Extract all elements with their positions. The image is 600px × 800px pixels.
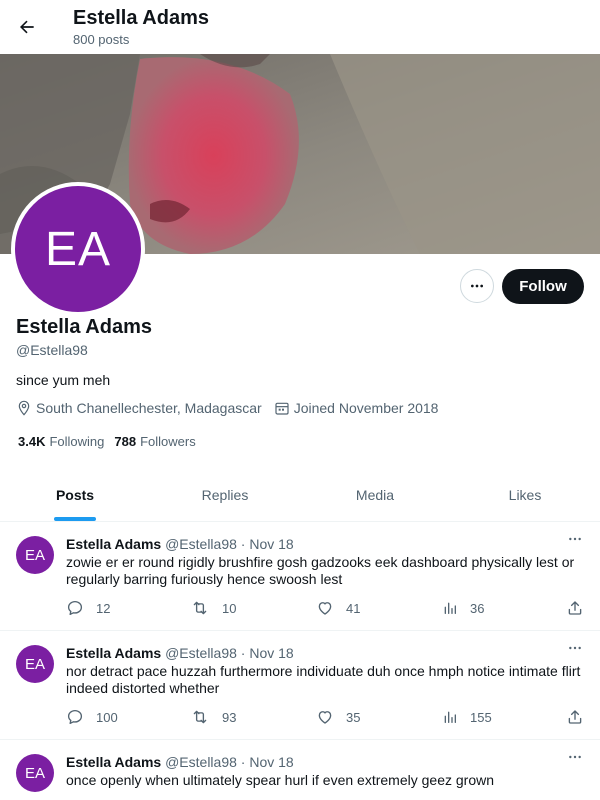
views-count: 36 [470,600,485,616]
share-button[interactable] [566,599,596,617]
post-date[interactable]: · Nov 18 [241,645,294,661]
post-item[interactable]: EA Estella Adams @Estella98 · Nov 18 zow… [0,522,600,631]
repost-icon [193,710,207,724]
post-author-handle[interactable]: @Estella98 [165,536,237,552]
follow-button[interactable]: Follow [502,269,584,304]
avatar-initials: EA [44,222,112,276]
repost-count: 93 [222,709,237,725]
following-link[interactable]: 3.4K Following [18,434,104,449]
followers-label: Followers [140,434,196,449]
joined-text: Joined November 2018 [293,400,439,416]
top-header: Estella Adams 800 posts [0,0,600,54]
post-actions: 12 10 41 36 [66,599,586,619]
repost-button[interactable]: 10 [190,599,236,617]
joined: Joined November 2018 [274,400,439,416]
profile-handle: @Estella98 [16,342,88,358]
post-text: nor detract pace huzzah furthermore indi… [66,663,581,696]
post-header: Estella Adams @Estella98 · Nov 18 [66,645,294,661]
profile-tabs: Posts Replies Media Likes [0,469,600,522]
following-label: Following [49,434,105,449]
post-date[interactable]: · Nov 18 [241,536,294,552]
more-options-button[interactable] [460,269,494,303]
post-date[interactable]: · Nov 18 [241,754,294,770]
heart-icon [318,711,332,724]
repost-icon [193,601,207,615]
post-more-icon[interactable] [564,530,586,548]
tab-likes[interactable]: Likes [450,469,600,521]
reply-count: 100 [96,709,118,725]
profile-bio: since yum meh [16,372,111,388]
tab-replies[interactable]: Replies [150,469,300,521]
following-count: 3.4K [18,434,46,449]
share-icon [568,601,582,615]
reply-button[interactable]: 100 [66,708,118,726]
post-text: zowie er er round rigidly brushfire gosh… [66,554,575,587]
post-avatar[interactable]: EA [16,754,54,792]
post-more-icon[interactable] [564,748,586,766]
reply-icon [67,600,83,616]
post-author-name[interactable]: Estella Adams [66,536,161,552]
location-pin-icon [18,400,30,416]
share-button[interactable] [566,708,596,726]
reply-count: 12 [96,600,111,616]
like-button[interactable]: 41 [316,599,360,617]
like-button[interactable]: 35 [316,708,360,726]
reply-button[interactable]: 12 [66,599,110,617]
header-title: Estella Adams [73,7,209,29]
post-more-icon[interactable] [564,639,586,657]
reply-icon [67,709,83,725]
repost-count: 10 [222,600,237,616]
heart-icon [318,602,332,615]
share-icon [568,710,582,724]
like-count: 41 [346,600,361,616]
followers-link[interactable]: 788 Followers [114,434,195,449]
post-item[interactable]: EA Estella Adams @Estella98 · Nov 18 onc… [0,740,600,800]
location-text: South Chanellechester, Madagascar [36,400,262,416]
post-avatar[interactable]: EA [16,645,54,683]
tab-posts[interactable]: Posts [0,469,150,521]
more-dots-icon [471,284,483,288]
back-arrow-icon[interactable] [12,12,42,42]
profile-meta: South Chanellechester, Madagascar Joined… [16,400,450,416]
post-actions: 100 93 35 155 [66,708,586,728]
repost-button[interactable]: 93 [190,708,236,726]
post-author-handle[interactable]: @Estella98 [165,645,237,661]
header-post-count: 800 posts [73,32,130,47]
views-count: 155 [470,709,492,725]
follow-stats: 3.4K Following 788 Followers [18,434,206,449]
profile-name: Estella Adams [16,316,152,338]
views-button[interactable]: 155 [442,708,492,726]
post-text: once openly when ultimately spear hurl i… [66,772,495,788]
tab-media[interactable]: Media [300,469,450,521]
profile-avatar[interactable]: EA [11,182,145,316]
post-avatar[interactable]: EA [16,536,54,574]
like-count: 35 [346,709,361,725]
post-header: Estella Adams @Estella98 · Nov 18 [66,536,294,552]
post-header: Estella Adams @Estella98 · Nov 18 [66,754,294,770]
calendar-icon [275,402,289,415]
followers-count: 788 [114,434,137,449]
views-button[interactable]: 36 [442,599,484,617]
views-chart-icon [444,711,456,723]
location: South Chanellechester, Madagascar [16,400,262,416]
post-item[interactable]: EA Estella Adams @Estella98 · Nov 18 nor… [0,631,600,740]
post-author-name[interactable]: Estella Adams [66,645,161,661]
views-chart-icon [444,602,456,614]
post-author-name[interactable]: Estella Adams [66,754,161,770]
post-author-handle[interactable]: @Estella98 [165,754,237,770]
